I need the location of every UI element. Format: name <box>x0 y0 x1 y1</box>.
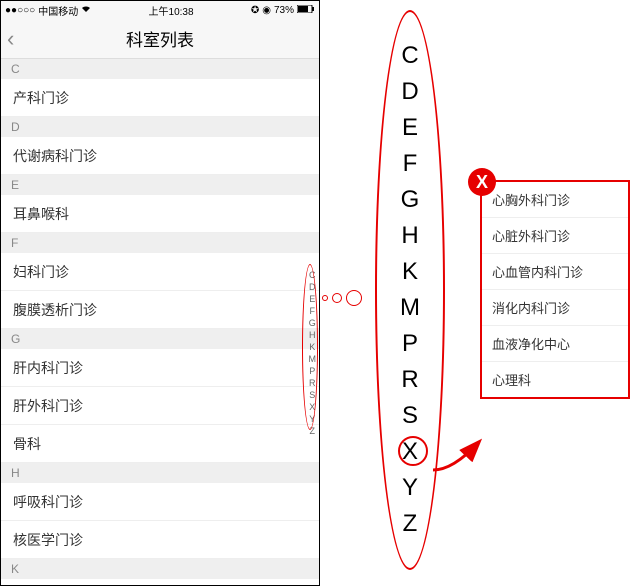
section-header: F <box>1 233 319 253</box>
list-item[interactable]: 肝外科门诊 <box>1 387 319 425</box>
index-letter-large[interactable]: G <box>401 188 420 212</box>
clock: 上午10:38 <box>149 3 194 18</box>
index-letter-large[interactable]: X <box>402 440 418 464</box>
status-right: ✪ ◉ 73% <box>251 5 315 16</box>
rotation-lock-icon: ◉ <box>262 5 271 16</box>
department-list[interactable]: C产科门诊D代谢病科门诊E耳鼻喉科F妇科门诊腹膜透析门诊G肝内科门诊肝外科门诊骨… <box>1 59 319 586</box>
section-header: C <box>1 59 319 79</box>
popup-item[interactable]: 心血管内科门诊 <box>482 254 628 290</box>
popup-item[interactable]: 消化内科门诊 <box>482 290 628 326</box>
list-item[interactable]: 呼吸科门诊 <box>1 483 319 521</box>
wifi-icon <box>81 5 91 16</box>
list-item[interactable]: 口腔门诊 <box>1 579 319 586</box>
section-header: H <box>1 463 319 483</box>
index-highlight-ring <box>302 264 318 430</box>
index-letter-large[interactable]: S <box>402 404 418 428</box>
battery-percent: 73% <box>274 5 294 16</box>
index-letter-large[interactable]: Y <box>402 476 418 500</box>
index-letter-large[interactable]: R <box>401 368 418 392</box>
section-header: K <box>1 559 319 579</box>
battery-icon <box>297 5 315 16</box>
list-item[interactable]: 耳鼻喉科 <box>1 195 319 233</box>
carrier-label: 中国移动 <box>38 3 78 18</box>
section-header: G <box>1 329 319 349</box>
index-letter-large[interactable]: M <box>400 296 420 320</box>
arrow-icon <box>428 435 488 475</box>
section-header: D <box>1 117 319 137</box>
selected-letter-ring <box>398 436 428 466</box>
connector-dot <box>346 290 362 306</box>
connector-dot <box>332 293 342 303</box>
signal-dots-icon: ●●○○○ <box>5 5 35 16</box>
back-icon[interactable]: ‹ <box>7 26 14 52</box>
index-letter-large[interactable]: D <box>401 80 418 104</box>
index-letter-large[interactable]: P <box>402 332 418 356</box>
index-letter-large[interactable]: H <box>401 224 418 248</box>
popup-item[interactable]: 血液净化中心 <box>482 326 628 362</box>
page-title: 科室列表 <box>126 26 194 51</box>
list-item[interactable]: 代谢病科门诊 <box>1 137 319 175</box>
list-item[interactable]: 骨科 <box>1 425 319 463</box>
popup-item[interactable]: 心理科 <box>482 362 628 397</box>
list-item[interactable]: 妇科门诊 <box>1 253 319 291</box>
popup-item[interactable]: 心胸外科门诊 <box>482 182 628 218</box>
connector-dot <box>322 295 328 301</box>
alarm-icon: ✪ <box>251 5 259 16</box>
list-item[interactable]: 腹膜透析门诊 <box>1 291 319 329</box>
list-item[interactable]: 肝内科门诊 <box>1 349 319 387</box>
zoom-connector <box>322 290 362 306</box>
phone-frame: ●●○○○ 中国移动 上午10:38 ✪ ◉ 73% ‹ 科室列表 C产科门诊D… <box>0 0 320 586</box>
index-letter-large[interactable]: K <box>402 260 418 284</box>
nav-bar: ‹ 科室列表 <box>1 19 319 59</box>
index-letter-large[interactable]: E <box>402 116 418 140</box>
list-item[interactable]: 产科门诊 <box>1 79 319 117</box>
alpha-index-large: CDEFGHKMPRSXYZ <box>375 10 445 570</box>
section-header: E <box>1 175 319 195</box>
index-letter-large[interactable]: F <box>403 152 418 176</box>
close-icon[interactable]: X <box>468 168 496 196</box>
index-letter-large[interactable]: Z <box>403 512 418 536</box>
section-popup: X 心胸外科门诊心脏外科门诊心血管内科门诊消化内科门诊血液净化中心心理科 <box>480 180 630 399</box>
index-letter-large[interactable]: C <box>401 44 418 68</box>
popup-item[interactable]: 心脏外科门诊 <box>482 218 628 254</box>
status-left: ●●○○○ 中国移动 <box>5 3 91 18</box>
list-item[interactable]: 核医学门诊 <box>1 521 319 559</box>
status-bar: ●●○○○ 中国移动 上午10:38 ✪ ◉ 73% <box>1 1 319 19</box>
